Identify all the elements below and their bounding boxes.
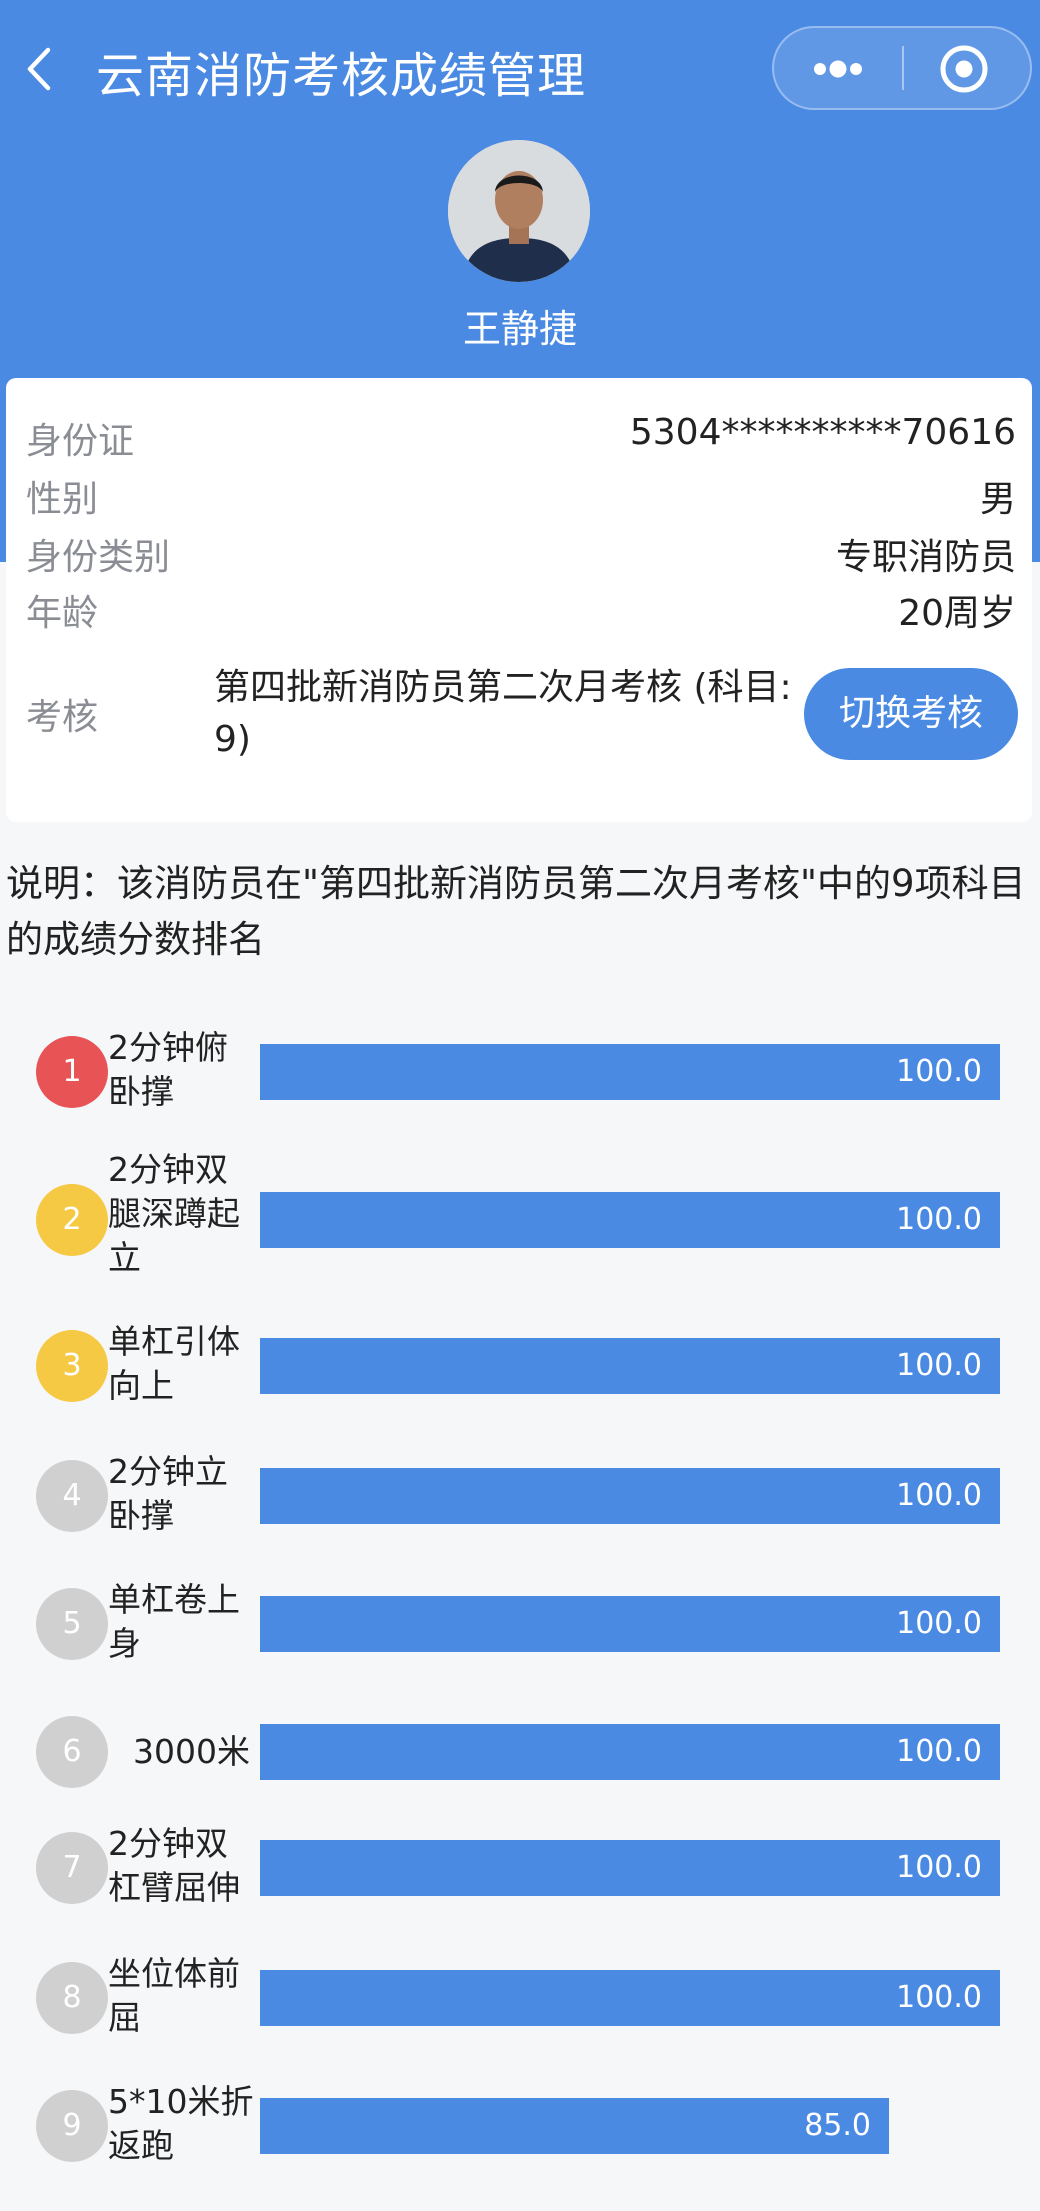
subject-label: 2分钟双杠臂屈伸 bbox=[108, 1824, 240, 1907]
more-dots-icon bbox=[814, 60, 862, 78]
navigation-bar: 云南消防考核成绩管理 bbox=[0, 0, 1040, 140]
exam-label: 考核 bbox=[26, 697, 99, 738]
info-label: 年龄 bbox=[26, 593, 99, 634]
score-bar: 100.0 bbox=[260, 1724, 1000, 1780]
rank-badge: 4 bbox=[36, 1460, 108, 1532]
info-row-category: 身份类别 专职消防员 bbox=[6, 524, 1032, 578]
description-text: 说明：该消防员在"第四批新消防员第二次月考核"中的9项科目的成绩分数排名 bbox=[6, 862, 1026, 961]
exam-value: 第四批新消防员第二次月考核 (科目: 9) bbox=[214, 667, 792, 760]
rank-badge: 3 bbox=[36, 1330, 108, 1402]
rank-badge: 7 bbox=[36, 1832, 108, 1904]
score-bar: 100.0 bbox=[260, 1840, 1000, 1896]
score-value: 85.0 bbox=[804, 2108, 871, 2143]
rank-badge: 1 bbox=[36, 1036, 108, 1108]
score-value: 100.0 bbox=[896, 1478, 982, 1513]
close-button[interactable] bbox=[904, 28, 1030, 108]
info-card: 身份证 5304**********70616 性别 男 身份类别 专职消防员 … bbox=[6, 378, 1032, 822]
subject-label: 单杠卷上身 bbox=[108, 1580, 240, 1663]
score-bar: 85.0 bbox=[260, 2098, 889, 2154]
info-label: 身份类别 bbox=[26, 537, 171, 578]
page-title: 云南消防考核成绩管理 bbox=[96, 48, 587, 104]
switch-exam-button[interactable]: 切换考核 bbox=[804, 668, 1018, 760]
score-value: 100.0 bbox=[896, 1202, 982, 1237]
rank-badge: 9 bbox=[36, 2090, 108, 2162]
subject-label: 坐位体前屈 bbox=[108, 1954, 240, 2037]
info-label: 性别 bbox=[26, 479, 99, 520]
rank-badge: 5 bbox=[36, 1588, 108, 1660]
more-button[interactable] bbox=[774, 28, 902, 108]
score-value: 100.0 bbox=[896, 1850, 982, 1885]
subject-label: 3000米 bbox=[133, 1732, 250, 1771]
rank-badge: 2 bbox=[36, 1184, 108, 1256]
score-bar: 100.0 bbox=[260, 1970, 1000, 2026]
info-value: 20周岁 bbox=[898, 593, 1016, 634]
subject-label: 5*10米折返跑 bbox=[108, 2082, 254, 2165]
chevron-left-icon bbox=[27, 47, 51, 91]
score-bar: 100.0 bbox=[260, 1192, 1000, 1248]
score-value: 100.0 bbox=[896, 1054, 982, 1089]
info-value: 5304**********70616 bbox=[629, 412, 1016, 453]
rank-badge: 6 bbox=[36, 1716, 108, 1788]
score-bar: 100.0 bbox=[260, 1596, 1000, 1652]
score-value: 100.0 bbox=[896, 1734, 982, 1769]
subject-label: 单杠引体向上 bbox=[108, 1322, 240, 1405]
user-name: 王静捷 bbox=[462, 307, 577, 351]
avatar bbox=[448, 140, 590, 282]
back-button[interactable] bbox=[10, 24, 80, 114]
info-row-gender: 性别 男 bbox=[6, 466, 1032, 520]
info-row-id: 身份证 5304**********70616 bbox=[6, 408, 1032, 462]
info-value: 男 bbox=[979, 479, 1016, 520]
subject-label: 2分钟俯卧撑 bbox=[108, 1028, 228, 1111]
score-bar: 100.0 bbox=[260, 1044, 1000, 1100]
mini-program-capsule bbox=[772, 26, 1032, 110]
score-value: 100.0 bbox=[896, 1606, 982, 1641]
target-circle-icon bbox=[940, 45, 988, 93]
subject-label: 2分钟双腿深蹲起立 bbox=[108, 1150, 240, 1277]
info-row-age: 年龄 20周岁 bbox=[6, 580, 1032, 634]
subject-label: 2分钟立卧撑 bbox=[108, 1452, 228, 1535]
score-value: 100.0 bbox=[896, 1980, 982, 2015]
info-label: 身份证 bbox=[26, 421, 135, 462]
rank-badge: 8 bbox=[36, 1962, 108, 2034]
score-bar: 100.0 bbox=[260, 1338, 1000, 1394]
person-photo-icon bbox=[448, 140, 590, 282]
score-bar: 100.0 bbox=[260, 1468, 1000, 1524]
score-value: 100.0 bbox=[896, 1348, 982, 1383]
info-value: 专职消防员 bbox=[835, 537, 1016, 578]
